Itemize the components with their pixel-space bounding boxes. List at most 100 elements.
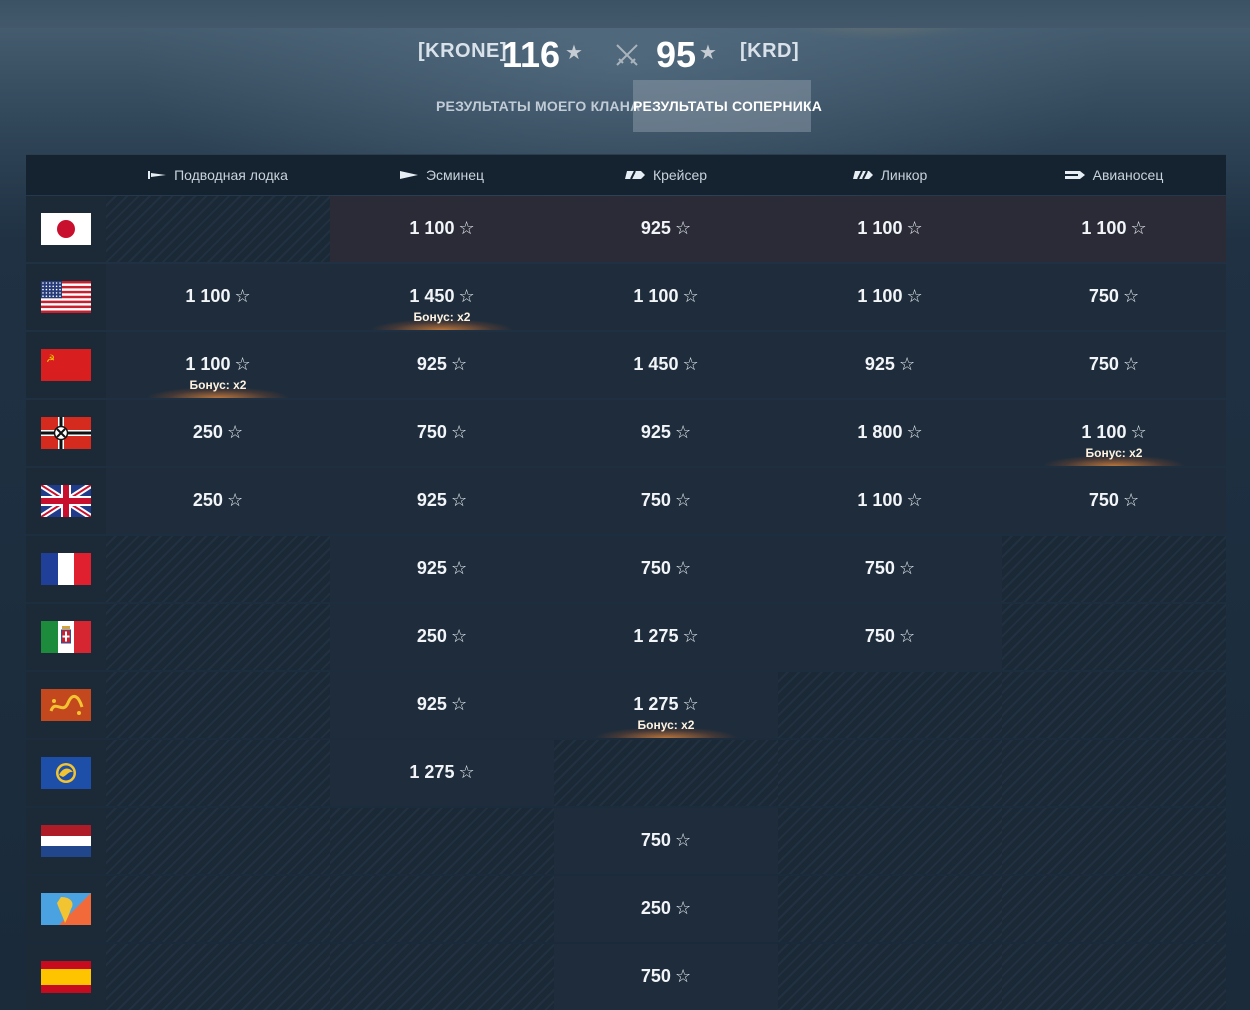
flag-cell [26, 196, 106, 262]
empty-cell [778, 944, 1002, 1010]
column-label: Подводная лодка [174, 167, 288, 183]
score-cell: 250 ☆ [106, 400, 330, 466]
netherlands-flag-icon [41, 825, 91, 857]
score-cell: 750 ☆ [554, 808, 778, 874]
cell-value: 750 ☆ [1002, 286, 1226, 307]
score-cell: 1 100 ☆ [778, 264, 1002, 330]
cell-value: 1 275 ☆ [554, 626, 778, 647]
score-cell: 750 ☆ [554, 468, 778, 534]
score-cell: 1 275 ☆ [554, 604, 778, 670]
score-cell: 750 ☆ [778, 536, 1002, 602]
column-label: Эсминец [425, 167, 485, 183]
points-value: 925 [416, 694, 447, 714]
tab-my-clan-results[interactable]: РЕЗУЛЬТАТЫ МОЕГО КЛАНА [436, 80, 640, 132]
score-cell: 925 ☆ [554, 400, 778, 466]
empty-cell [1002, 876, 1226, 942]
empty-cell [106, 196, 330, 262]
score-cell: 1 100 ☆ Бонус: x2 [1002, 400, 1226, 466]
points-value: 1 100 [1081, 218, 1127, 238]
cell-value: 250 ☆ [106, 490, 330, 511]
empty-cell [106, 740, 330, 806]
score-cell: 925 ☆ [778, 332, 1002, 398]
score-cell: 1 100 ☆ [1002, 196, 1226, 262]
star-icon: ☆ [898, 558, 916, 578]
crossed-swords-icon [616, 44, 638, 66]
flag-cell [26, 264, 106, 330]
table-row: 1 100 ☆ 925 ☆ 1 100 ☆ 1 100 ☆ [26, 196, 1226, 262]
score-cell: 750 ☆ [554, 536, 778, 602]
pan-america-flag-icon [41, 893, 91, 925]
score-cell: 750 ☆ [554, 944, 778, 1010]
flag-cell [26, 944, 106, 1010]
score-cell: 750 ☆ [1002, 468, 1226, 534]
star-icon: ☆ [450, 694, 468, 714]
points-value: 750 [1088, 354, 1119, 374]
rival-clan-tag: [KRD] [740, 40, 800, 62]
score-star-icon: ★ [699, 42, 717, 64]
table-row: 750 ☆ [26, 944, 1226, 1010]
score-cell: 925 ☆ [330, 468, 554, 534]
points-value: 925 [416, 490, 447, 510]
cell-value: 250 ☆ [106, 422, 330, 443]
japan-flag-icon [41, 213, 91, 245]
star-icon: ☆ [1130, 422, 1147, 442]
flag-cell [26, 740, 106, 806]
cell-value: 750 ☆ [330, 422, 554, 443]
cell-value: 750 ☆ [554, 966, 778, 987]
star-icon: ☆ [450, 490, 468, 510]
empty-cell [1002, 944, 1226, 1010]
score-cell: 250 ☆ [554, 876, 778, 942]
cell-value: 1 100 ☆ [778, 490, 1002, 511]
score-cell: 1 450 ☆ [554, 332, 778, 398]
empty-cell [330, 876, 554, 942]
empty-cell [106, 944, 330, 1010]
column-label: Авианосец [1092, 167, 1164, 183]
my-clan-score: 116 [502, 34, 561, 75]
cell-value: 1 100 ☆ [330, 218, 554, 239]
flag-cell [26, 672, 106, 738]
empty-cell [106, 808, 330, 874]
star-icon: ☆ [898, 354, 916, 374]
tab-rival-results[interactable]: РЕЗУЛЬТАТЫ СОПЕРНИКА [633, 80, 822, 132]
flag-cell [26, 604, 106, 670]
cell-value: 750 ☆ [554, 558, 778, 579]
star-icon: ☆ [682, 354, 699, 374]
empty-cell [1002, 808, 1226, 874]
empty-cell [106, 672, 330, 738]
empty-cell [1002, 740, 1226, 806]
star-icon: ☆ [674, 558, 692, 578]
points-value: 750 [1088, 286, 1119, 306]
score-cell: 1 275 ☆ Бонус: x2 [554, 672, 778, 738]
star-icon: ☆ [674, 966, 692, 986]
empty-cell [330, 944, 554, 1010]
empty-cell [778, 740, 1002, 806]
flag-cell [26, 876, 106, 942]
points-value: 250 [416, 626, 447, 646]
cell-value: 750 ☆ [778, 558, 1002, 579]
cell-value: 750 ☆ [554, 490, 778, 511]
cell-value: 1 275 ☆ [554, 694, 778, 715]
star-icon: ☆ [458, 762, 475, 782]
empty-cell [778, 808, 1002, 874]
cell-value: 750 ☆ [778, 626, 1002, 647]
points-value: 750 [640, 490, 671, 510]
star-icon: ☆ [450, 626, 468, 646]
pan-asia-flag-icon [41, 689, 91, 721]
table-header: Подводная лодка Эсминец Крейсер Линкор А… [26, 154, 1226, 195]
bonus-label: Бонус: x2 [1085, 446, 1143, 460]
star-icon: ☆ [458, 286, 475, 306]
points-value: 750 [640, 830, 671, 850]
points-value: 1 100 [1081, 422, 1127, 442]
points-value: 750 [640, 966, 671, 986]
empty-cell [330, 808, 554, 874]
cell-value: 1 275 ☆ [330, 762, 554, 783]
points-value: 1 275 [409, 762, 455, 782]
points-value: 925 [640, 218, 671, 238]
cell-value: 925 ☆ [554, 218, 778, 239]
score-star-icon: ★ [565, 42, 583, 64]
score-cell: 925 ☆ [330, 536, 554, 602]
points-value: 250 [192, 490, 223, 510]
star-icon: ☆ [1130, 218, 1147, 238]
star-icon: ☆ [674, 830, 692, 850]
star-icon: ☆ [1122, 490, 1140, 510]
